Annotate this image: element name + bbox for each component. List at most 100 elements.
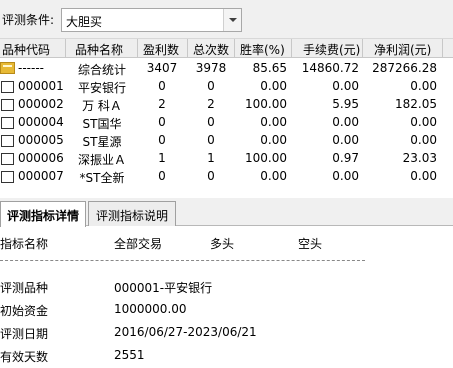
metric-detail-panel: 指标名称 全部交易 多头 空头 评测品种 000001-平安银行 初始资金 10… bbox=[0, 227, 453, 368]
condition-label: 评测条件: bbox=[2, 13, 55, 27]
cell-code: ------ bbox=[18, 61, 44, 75]
column-header-fee[interactable]: 手续费(元) bbox=[303, 41, 360, 58]
cell-rate: 0.00 bbox=[260, 133, 287, 147]
cell-wins: 0 bbox=[158, 79, 166, 93]
column-header-total[interactable]: 总次数 bbox=[193, 41, 229, 58]
column-divider[interactable] bbox=[65, 39, 66, 58]
detail-row-value: 2016/06/27-2023/06/21 bbox=[114, 325, 257, 339]
detail-header-all-trades: 全部交易 bbox=[114, 237, 163, 251]
cell-total: 2 bbox=[207, 97, 215, 111]
row-checkbox[interactable] bbox=[1, 81, 14, 93]
detail-header-short: 空头 bbox=[298, 237, 323, 251]
cell-total: 3978 bbox=[195, 61, 227, 75]
detail-row-label: 有效天数 bbox=[0, 350, 49, 364]
cell-fee: 14860.72 bbox=[301, 61, 359, 75]
summary-icon bbox=[0, 62, 15, 74]
column-divider[interactable] bbox=[234, 39, 235, 58]
row-checkbox[interactable] bbox=[1, 153, 14, 165]
column-divider[interactable] bbox=[362, 39, 363, 58]
table-row[interactable]: 000004 ST国华 0 0 0.00 0.00 0.00 bbox=[0, 114, 453, 132]
cell-code: 000006 bbox=[18, 151, 64, 165]
detail-row-value: 2551 bbox=[114, 348, 145, 362]
cell-wins: 0 bbox=[158, 115, 166, 129]
tab-label: 评测指标详情 bbox=[6, 209, 79, 223]
row-checkbox[interactable] bbox=[1, 117, 14, 129]
cell-profit: 0.00 bbox=[410, 79, 437, 93]
cell-total: 0 bbox=[207, 133, 215, 147]
cell-name: 万 科Ａ bbox=[82, 99, 122, 113]
detail-row-label: 评测品种 bbox=[0, 281, 49, 295]
cell-name: *ST全新 bbox=[79, 171, 125, 185]
table-row[interactable]: 000002 万 科Ａ 2 2 100.00 5.95 182.05 bbox=[0, 96, 453, 114]
detail-divider bbox=[0, 260, 365, 261]
cell-profit: 0.00 bbox=[410, 115, 437, 129]
cell-profit: 182.05 bbox=[395, 97, 437, 111]
cell-code: 000002 bbox=[18, 97, 64, 111]
chevron-down-icon[interactable] bbox=[223, 9, 241, 31]
tab-metric-details[interactable]: 评测指标详情 bbox=[0, 201, 86, 227]
cell-code: 000007 bbox=[18, 169, 64, 183]
cell-total: 0 bbox=[207, 115, 215, 129]
cell-total: 1 bbox=[207, 151, 215, 165]
cell-name: ST国华 bbox=[82, 117, 122, 131]
table-row[interactable]: 000007 *ST全新 0 0 0.00 0.00 0.00 bbox=[0, 168, 453, 186]
cell-name: 深振业Ａ bbox=[77, 153, 126, 167]
table-row[interactable]: 000006 深振业Ａ 1 1 100.00 0.97 23.03 bbox=[0, 150, 453, 168]
cell-fee: 5.95 bbox=[332, 97, 359, 111]
cell-fee: 0.00 bbox=[332, 133, 359, 147]
cell-profit: 287266.28 bbox=[372, 61, 437, 75]
table-header: 品种代码 品种名称 盈利数 总次数 胜率(%) 手续费(元) 净利润(元) bbox=[0, 38, 453, 58]
cell-profit: 23.03 bbox=[402, 151, 437, 165]
detail-row-value: 1000000.00 bbox=[114, 302, 187, 316]
detail-header-metric-name: 指标名称 bbox=[0, 237, 49, 251]
cell-profit: 0.00 bbox=[410, 133, 437, 147]
column-divider[interactable] bbox=[137, 39, 138, 58]
cell-wins: 1 bbox=[158, 151, 166, 165]
tab-metric-explanation[interactable]: 评测指标说明 bbox=[88, 201, 176, 226]
cell-fee: 0.97 bbox=[332, 151, 359, 165]
cell-rate: 100.00 bbox=[245, 97, 287, 111]
column-divider[interactable] bbox=[187, 39, 188, 58]
detail-row-label: 评测日期 bbox=[0, 327, 49, 341]
cell-fee: 0.00 bbox=[332, 79, 359, 93]
column-header-wins[interactable]: 盈利数 bbox=[143, 41, 179, 58]
cell-name: 综合统计 bbox=[77, 63, 126, 77]
table-row[interactable]: 000001 平安银行 0 0 0.00 0.00 0.00 bbox=[0, 78, 453, 96]
cell-total: 0 bbox=[207, 169, 215, 183]
detail-header-long: 多头 bbox=[210, 237, 235, 251]
cell-name: ST星源 bbox=[82, 135, 122, 149]
cell-wins: 3407 bbox=[146, 61, 178, 75]
tab-label: 评测指标说明 bbox=[95, 209, 168, 223]
detail-row-value: 000001-平安银行 bbox=[114, 281, 213, 295]
stock-result-table: 品种代码 品种名称 盈利数 总次数 胜率(%) 手续费(元) 净利润(元) --… bbox=[0, 38, 453, 190]
column-header-profit[interactable]: 净利润(元) bbox=[374, 41, 431, 58]
condition-select-value: 大胆买 bbox=[66, 15, 103, 29]
cell-wins: 2 bbox=[158, 97, 166, 111]
table-row-summary[interactable]: ------ 综合统计 3407 3978 85.65 14860.72 287… bbox=[0, 60, 453, 78]
detail-row-label: 初始资金 bbox=[0, 304, 49, 318]
condition-bar: 评测条件: 大胆买 bbox=[0, 0, 453, 38]
column-divider[interactable] bbox=[442, 39, 443, 58]
condition-select[interactable]: 大胆买 bbox=[61, 8, 242, 32]
cell-wins: 0 bbox=[158, 169, 166, 183]
cell-rate: 0.00 bbox=[260, 115, 287, 129]
column-header-code[interactable]: 品种代码 bbox=[2, 41, 50, 58]
detail-tab-strip: 评测指标详情 评测指标说明 bbox=[0, 198, 453, 227]
cell-rate: 85.65 bbox=[252, 61, 287, 75]
column-divider[interactable] bbox=[291, 39, 292, 58]
cell-rate: 100.00 bbox=[245, 151, 287, 165]
column-header-rate[interactable]: 胜率(%) bbox=[240, 41, 285, 58]
row-checkbox[interactable] bbox=[1, 171, 14, 183]
row-checkbox[interactable] bbox=[1, 135, 14, 147]
column-header-name[interactable]: 品种名称 bbox=[75, 41, 123, 58]
cell-code: 000005 bbox=[18, 133, 64, 147]
cell-total: 0 bbox=[207, 79, 215, 93]
cell-fee: 0.00 bbox=[332, 169, 359, 183]
row-checkbox[interactable] bbox=[1, 99, 14, 111]
cell-code: 000004 bbox=[18, 115, 64, 129]
cell-fee: 0.00 bbox=[332, 115, 359, 129]
cell-rate: 0.00 bbox=[260, 169, 287, 183]
table-row[interactable]: 000005 ST星源 0 0 0.00 0.00 0.00 bbox=[0, 132, 453, 150]
cell-profit: 0.00 bbox=[410, 169, 437, 183]
cell-wins: 0 bbox=[158, 133, 166, 147]
